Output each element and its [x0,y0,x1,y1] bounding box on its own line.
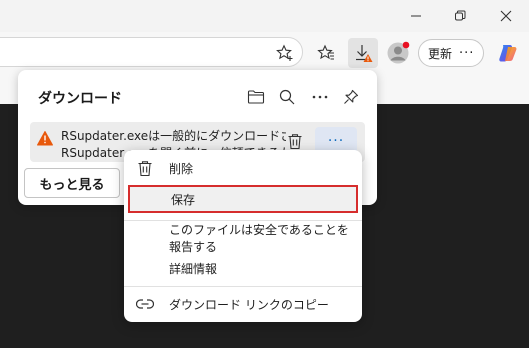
download-context-menu: 削除 保存 このファイルは安全であることを報告する 詳細情報 ダウンロード リン… [124,150,362,322]
minimize-button[interactable] [393,0,439,32]
pin-panel-button[interactable] [338,84,364,110]
restore-button[interactable] [437,0,483,32]
restore-icon [454,10,466,22]
more-horizontal-icon [312,95,328,99]
profile-button[interactable] [384,39,412,67]
warning-icon [37,131,53,146]
download-icon [353,43,373,63]
menu-item-label: このファイルは安全であることを報告する [169,223,349,254]
close-icon [500,10,512,22]
search-icon [279,89,295,105]
menu-divider [124,286,362,287]
open-folder-button[interactable] [243,84,269,110]
menu-item-copy-link[interactable]: ダウンロード リンクのコピー [128,290,358,318]
menu-item-label: ダウンロード リンクのコピー [169,297,329,312]
favorites-star-icon [317,44,335,62]
copilot-button[interactable] [494,39,522,67]
download-warning-line1: RSupdater.exeは一般的にダウンロードされてい [61,129,286,143]
close-window-button[interactable] [483,0,529,32]
search-downloads-button[interactable] [274,84,300,110]
trash-icon [287,133,303,150]
menu-item-report-safe[interactable]: このファイルは安全であることを報告する [128,223,358,254]
update-button[interactable]: 更新 ··· [418,39,484,67]
favorites-button[interactable] [312,39,340,67]
show-more-button[interactable]: もっと見る [24,168,120,198]
favorite-button[interactable] [271,39,299,67]
copilot-icon [497,42,519,64]
folder-icon [247,89,265,105]
menu-item-label: 削除 [169,161,194,176]
menu-item-label: 詳細情報 [169,261,218,276]
address-bar[interactable] [0,37,303,67]
panel-title: ダウンロード [38,91,122,107]
avatar [386,41,410,65]
star-add-icon [276,44,294,62]
downloads-button[interactable] [348,38,378,68]
menu-item-details[interactable]: 詳細情報 [128,254,358,282]
menu-item-delete[interactable]: 削除 [128,154,358,182]
more-options-icon: ··· [459,45,475,61]
trash-icon [128,160,162,177]
menu-item-label: 保存 [171,192,196,207]
pin-icon [343,89,359,105]
minimize-icon [410,10,422,22]
panel-more-button[interactable] [307,84,333,110]
menu-item-save[interactable]: 保存 [128,185,358,213]
link-icon [128,299,162,309]
update-label: 更新 [428,46,453,61]
